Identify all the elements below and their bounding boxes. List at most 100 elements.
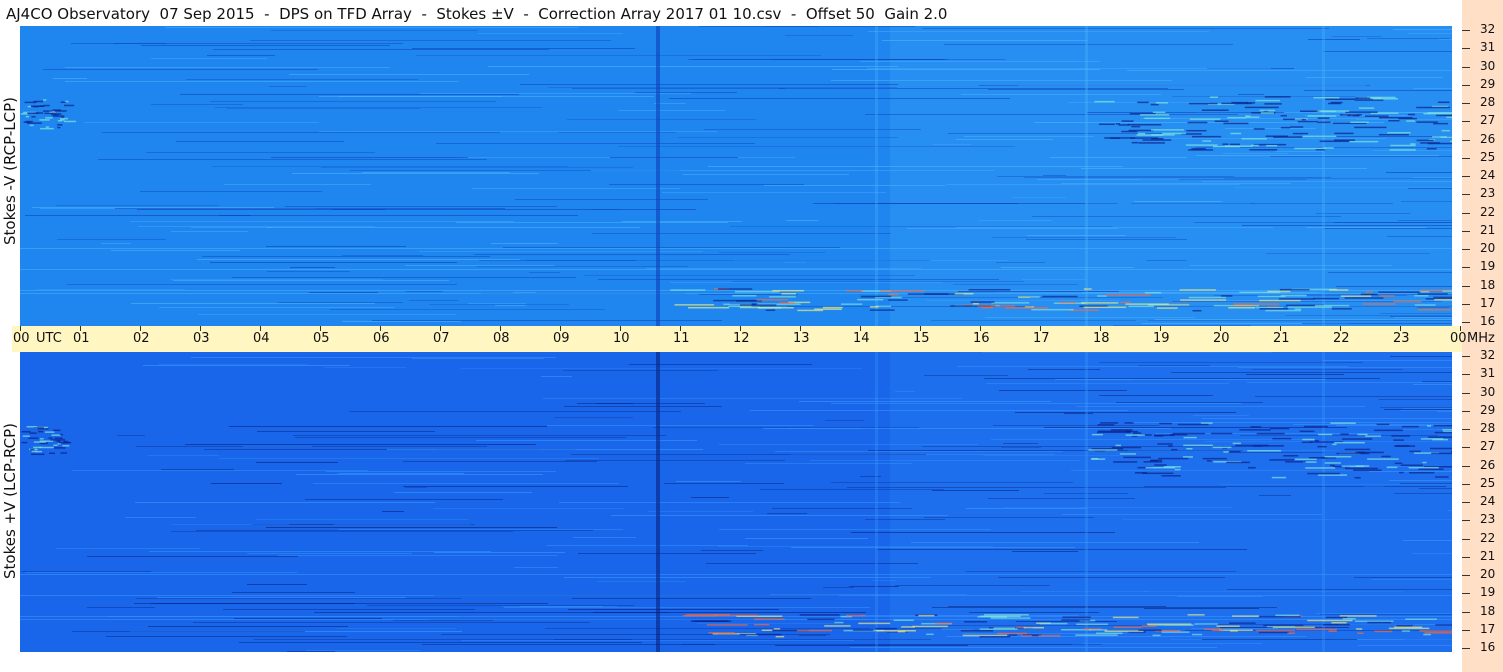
spectrogram-streak — [572, 598, 811, 599]
spectrogram-streak — [419, 251, 703, 252]
burst-cell — [1245, 115, 1251, 117]
spectrogram-streak — [765, 26, 818, 27]
spectrogram-streak — [1323, 360, 1452, 361]
spectrogram-streak — [257, 431, 435, 432]
burst-cell — [1150, 103, 1159, 106]
spectrogram-streak — [1247, 382, 1452, 383]
spectrogram-streak — [278, 302, 403, 303]
time-tick-label: 06 — [373, 331, 390, 346]
spectrogram-streak — [996, 262, 1045, 263]
spectrogram-streak — [474, 254, 790, 255]
interference-cell — [1083, 288, 1092, 290]
interference-cell — [807, 618, 835, 621]
spectrogram-streak — [653, 427, 919, 428]
spectrogram-streak — [578, 553, 756, 554]
spectrogram-streak — [775, 645, 968, 646]
spectrogram-streak — [1131, 203, 1254, 204]
burst-cell — [1428, 436, 1452, 438]
burst-cell — [1407, 113, 1416, 116]
burst-cell — [59, 117, 68, 120]
time-tick-label: 08 — [493, 331, 510, 346]
interference-cell — [761, 629, 773, 632]
burst-cell — [39, 119, 50, 121]
spectrogram-streak — [1328, 272, 1452, 273]
interference-cell — [687, 306, 730, 309]
time-tick-label: 18 — [1093, 331, 1110, 346]
burst-cell — [1391, 435, 1410, 437]
burst-cell — [1280, 126, 1291, 129]
spectrogram-streak — [565, 460, 785, 461]
burst-cell — [1330, 422, 1356, 424]
spectrogram-streak — [148, 626, 348, 627]
interference-cell — [1357, 632, 1364, 635]
spectrogram-streak — [573, 537, 636, 538]
burst-cell — [1247, 466, 1256, 469]
rfi-line — [20, 574, 1452, 575]
spectrogram-streak — [412, 48, 635, 49]
interference-cell — [1419, 630, 1452, 632]
spectrogram-streak — [338, 529, 623, 530]
spectrogram-streak — [285, 206, 557, 207]
spectrogram-streak — [669, 98, 1010, 99]
burst-cell — [1352, 114, 1360, 117]
burst-cell — [1232, 442, 1241, 445]
spectrogram-streak — [877, 549, 1247, 550]
burst-cell — [1373, 429, 1403, 432]
freq-tick-label: 26 — [1480, 131, 1496, 146]
spectrogram-streak — [662, 192, 886, 193]
burst-cell — [1416, 121, 1438, 123]
spectrogram-streak — [610, 157, 738, 158]
spectrogram-streak — [1364, 486, 1384, 487]
burst-cell — [1301, 441, 1313, 444]
burst-cell — [1143, 461, 1163, 463]
spectrogram-streak — [1394, 493, 1452, 494]
burst-cell — [52, 115, 65, 117]
interference-cell — [1255, 629, 1296, 632]
spectrogram-streak — [911, 542, 1199, 543]
interference-cell — [670, 289, 706, 291]
burst-cell — [1229, 143, 1241, 146]
spectrogram-streak — [546, 545, 748, 546]
spectrogram-streak — [1037, 179, 1179, 180]
spectrogram-streak — [1026, 239, 1187, 240]
interference-cell — [753, 623, 770, 626]
spectrogram-streak — [1016, 621, 1117, 622]
interference-cell — [1018, 296, 1031, 298]
interference-cell — [739, 633, 782, 636]
burst-cell — [1130, 137, 1159, 139]
interference-cell — [1314, 304, 1350, 307]
burst-cell — [1259, 109, 1275, 112]
time-tick-mark — [380, 326, 381, 331]
freq-tick-label: 29 — [1480, 76, 1496, 91]
spectrogram-streak — [296, 474, 543, 475]
spectrogram-streak — [337, 628, 456, 629]
time-tick-mark — [320, 326, 321, 331]
interference-cell — [857, 298, 884, 301]
spectrogram-streak — [170, 279, 383, 280]
spectrogram-streak — [1380, 313, 1452, 314]
spectrogram-streak — [420, 93, 691, 94]
burst-cell — [1344, 448, 1371, 451]
freq-tick-mark — [1462, 629, 1470, 631]
interference-cell — [1328, 630, 1337, 632]
burst-cell — [1200, 422, 1213, 424]
freq-tick-label: 30 — [1480, 384, 1496, 399]
spectrogram-streak — [648, 511, 753, 512]
interference-cell — [1423, 633, 1431, 636]
freq-tick-label: 26 — [1480, 457, 1496, 472]
interference-cell — [834, 621, 844, 624]
spectrogram-streak — [895, 391, 915, 392]
interference-cell — [840, 303, 863, 305]
interference-cell — [1331, 308, 1352, 310]
burst-cell — [1436, 114, 1452, 117]
burst-cell — [1119, 453, 1137, 455]
freq-tick-mark — [1462, 230, 1470, 232]
burst-cell — [45, 117, 53, 119]
spectrogram-streak — [849, 586, 899, 587]
interference-cell — [977, 615, 1008, 618]
spectrogram-streak — [541, 376, 572, 377]
burst-cell — [1367, 96, 1396, 99]
spectrogram-streak — [1138, 365, 1210, 366]
spectrogram-streak — [176, 141, 344, 142]
spectrogram-streak — [1242, 225, 1452, 226]
